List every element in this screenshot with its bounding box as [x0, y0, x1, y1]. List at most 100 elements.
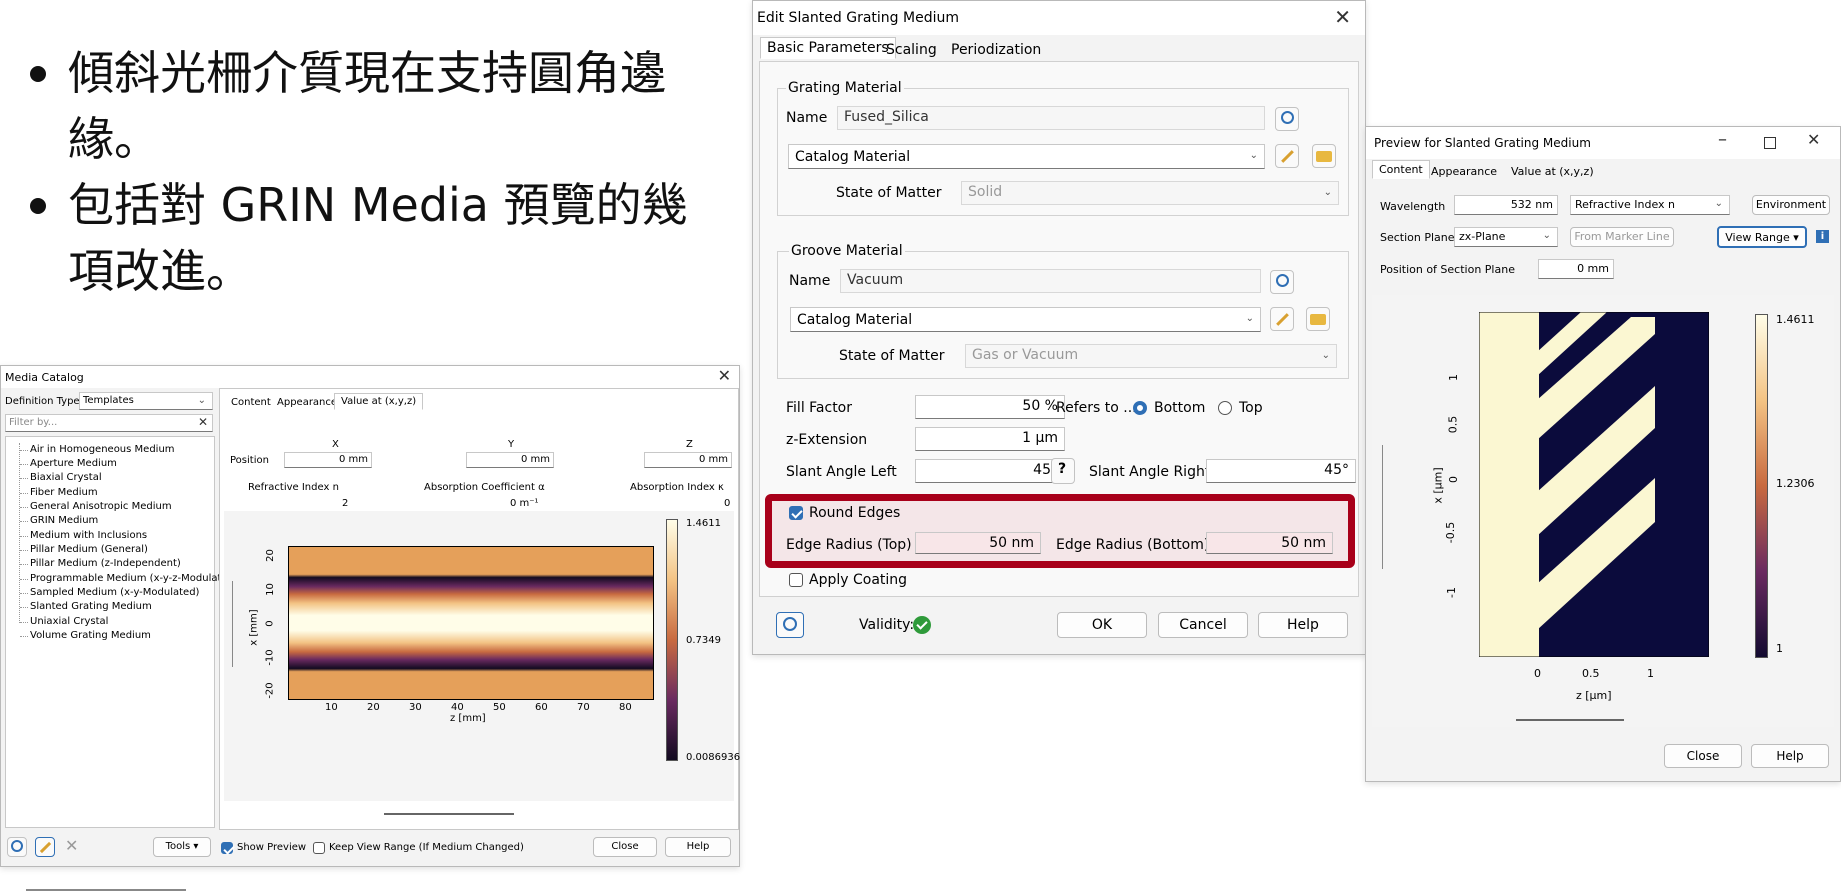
tab-scaling[interactable]: Scaling — [879, 39, 944, 61]
close-icon[interactable]: ✕ — [1807, 130, 1820, 149]
groove-state-select[interactable]: Gas or Vacuum ⌄ — [965, 344, 1337, 368]
delete-icon[interactable]: ✕ — [65, 836, 78, 855]
tab-periodization[interactable]: Periodization — [944, 39, 1048, 61]
round-edges-checkbox[interactable] — [789, 506, 803, 520]
tools-button[interactable]: Tools ▾ — [153, 837, 211, 857]
definition-type-select[interactable]: Templates ⌄ — [79, 392, 213, 410]
validity-label: Validity: — [859, 617, 915, 633]
preview-help-button[interactable]: Help — [1751, 744, 1829, 768]
tree-item[interactable]: Aperture Medium — [20, 458, 117, 469]
grating-name-field[interactable]: Fused_Silica — [837, 106, 1265, 130]
refractive-index-value: 2 — [342, 498, 349, 509]
tree-item[interactable]: General Anisotropic Medium — [20, 501, 172, 512]
catalog-xtick: 30 — [409, 702, 422, 713]
tree-item[interactable]: Pillar Medium (General) — [20, 544, 148, 555]
preview-plot-scrollbar[interactable] — [1516, 719, 1624, 721]
tree-item[interactable]: Slanted Grating Medium — [20, 601, 152, 612]
close-icon[interactable]: ✕ — [718, 366, 731, 385]
clear-icon[interactable]: ✕ — [198, 415, 208, 429]
filter-input[interactable]: Filter by... ✕ — [5, 414, 213, 432]
apply-coating-label: Apply Coating — [809, 572, 908, 588]
absorption-index-label: Absorption Index κ — [630, 482, 724, 493]
z-extension-field[interactable]: 1 µm — [915, 427, 1065, 451]
groove-search-button[interactable] — [1270, 270, 1294, 294]
position-label: Position — [230, 455, 269, 466]
groove-catalog-select[interactable]: Catalog Material ⌄ — [790, 307, 1261, 332]
catalog-close-button[interactable]: Close — [593, 837, 657, 857]
tab-appearance[interactable]: Appearance — [1424, 162, 1504, 181]
preview-search-button[interactable] — [776, 612, 804, 638]
minimize-icon[interactable]: – — [1718, 129, 1727, 150]
edge-radius-top-field[interactable]: 50 nm — [915, 532, 1041, 554]
edge-radius-bottom-field[interactable]: 50 nm — [1206, 532, 1333, 554]
tab-basic-parameters[interactable]: Basic Parameters — [760, 37, 896, 59]
keep-range-label: Keep View Range (If Medium Changed) — [329, 842, 524, 853]
position-y[interactable]: 0 mm — [466, 452, 554, 468]
from-marker-button[interactable]: From Marker Line — [1570, 227, 1674, 247]
maximize-icon[interactable] — [1764, 137, 1776, 149]
fill-factor-field[interactable]: 50 % — [915, 395, 1065, 419]
catalog-plot-scrollbar[interactable] — [384, 813, 514, 815]
catalog-ytick: 10 — [264, 583, 276, 596]
refers-bottom-radio[interactable] — [1133, 401, 1147, 415]
search-button[interactable] — [7, 837, 27, 857]
grating-catalog-select[interactable]: Catalog Material ⌄ — [788, 144, 1265, 169]
tab-content[interactable]: Content — [1372, 160, 1430, 179]
preview-colorbar-mid: 1.2306 — [1776, 477, 1815, 490]
quantity-select[interactable]: Refractive Index n ⌄ — [1570, 195, 1730, 215]
view-range-button[interactable]: View Range ▾ — [1717, 226, 1807, 248]
keep-range-checkbox[interactable] — [313, 842, 325, 854]
slant-link-button[interactable]: ? — [1051, 458, 1075, 484]
position-z[interactable]: 0 mm — [644, 452, 732, 468]
show-preview-checkbox[interactable] — [221, 842, 233, 854]
question-icon: ? — [1058, 461, 1067, 477]
catalog-xtick: 80 — [619, 702, 632, 713]
tab-value-at[interactable]: Value at (x,y,z) — [334, 393, 424, 410]
position-section-field[interactable]: 0 mm — [1538, 259, 1614, 279]
tree-item[interactable]: Medium with Inclusions — [19, 530, 147, 541]
folder-icon — [1316, 151, 1332, 162]
environment-button[interactable]: Environment — [1752, 195, 1830, 215]
tree-item[interactable]: Sampled Medium (x-y-Modulated) — [19, 587, 199, 598]
tree-item[interactable]: Fiber Medium — [20, 487, 98, 498]
tree-item[interactable]: Programmable Medium (x-y-z-Modulated) — [20, 573, 238, 584]
search-icon — [783, 617, 797, 631]
grating-open-button[interactable] — [1312, 144, 1336, 168]
groove-open-button[interactable] — [1306, 307, 1330, 331]
grating-state-select[interactable]: Solid ⌄ — [961, 181, 1339, 205]
tab-value-at[interactable]: Value at (x,y,z) — [1504, 162, 1601, 181]
slant-left-field[interactable]: 45° — [915, 459, 1065, 483]
groove-edit-button[interactable] — [1270, 307, 1294, 331]
preview-colorbar-max: 1.4611 — [1776, 313, 1815, 326]
grating-search-button[interactable] — [1275, 107, 1299, 131]
position-x[interactable]: 0 mm — [284, 452, 372, 468]
tree-item[interactable]: Air in Homogeneous Medium — [20, 444, 175, 455]
grating-edit-button[interactable] — [1275, 144, 1299, 168]
quantity-value: Refractive Index n — [1575, 198, 1675, 211]
tree-item[interactable]: Volume Grating Medium — [20, 630, 151, 641]
apply-coating-checkbox[interactable] — [789, 573, 803, 587]
help-button[interactable]: Help — [1258, 612, 1348, 638]
section-plane-select[interactable]: zx-Plane ⌄ — [1454, 227, 1558, 247]
groove-name-field[interactable]: Vacuum — [840, 269, 1261, 293]
grating-state-label: State of Matter — [836, 185, 942, 201]
tab-appearance[interactable]: Appearance — [270, 394, 344, 411]
slant-right-field[interactable]: 45° — [1206, 459, 1356, 483]
close-icon[interactable]: ✕ — [1334, 5, 1351, 29]
ok-button[interactable]: OK — [1057, 612, 1147, 638]
cancel-button[interactable]: Cancel — [1158, 612, 1248, 638]
edit-button[interactable] — [35, 837, 55, 857]
tree-item[interactable]: Pillar Medium (z-Independent) — [20, 558, 181, 569]
tree-item[interactable]: GRIN Medium — [19, 515, 98, 526]
wavelength-field[interactable]: 532 nm — [1454, 195, 1558, 215]
position-z-value: 0 mm — [698, 454, 728, 465]
tree-item[interactable]: Biaxial Crystal — [20, 472, 102, 483]
bullet-2-text: 包括對 GRIN Media 預覽的幾項改進。 — [68, 178, 688, 298]
catalog-help-button[interactable]: Help — [665, 837, 731, 857]
preview-close-button[interactable]: Close — [1664, 744, 1742, 768]
refers-top-radio[interactable] — [1218, 401, 1232, 415]
media-catalog-window: Media Catalog ✕ Definition Type Template… — [0, 365, 740, 891]
checkmark-icon — [913, 616, 931, 634]
tree-item[interactable]: Uniaxial Crystal — [19, 616, 108, 627]
info-icon[interactable]: i — [1816, 230, 1829, 243]
